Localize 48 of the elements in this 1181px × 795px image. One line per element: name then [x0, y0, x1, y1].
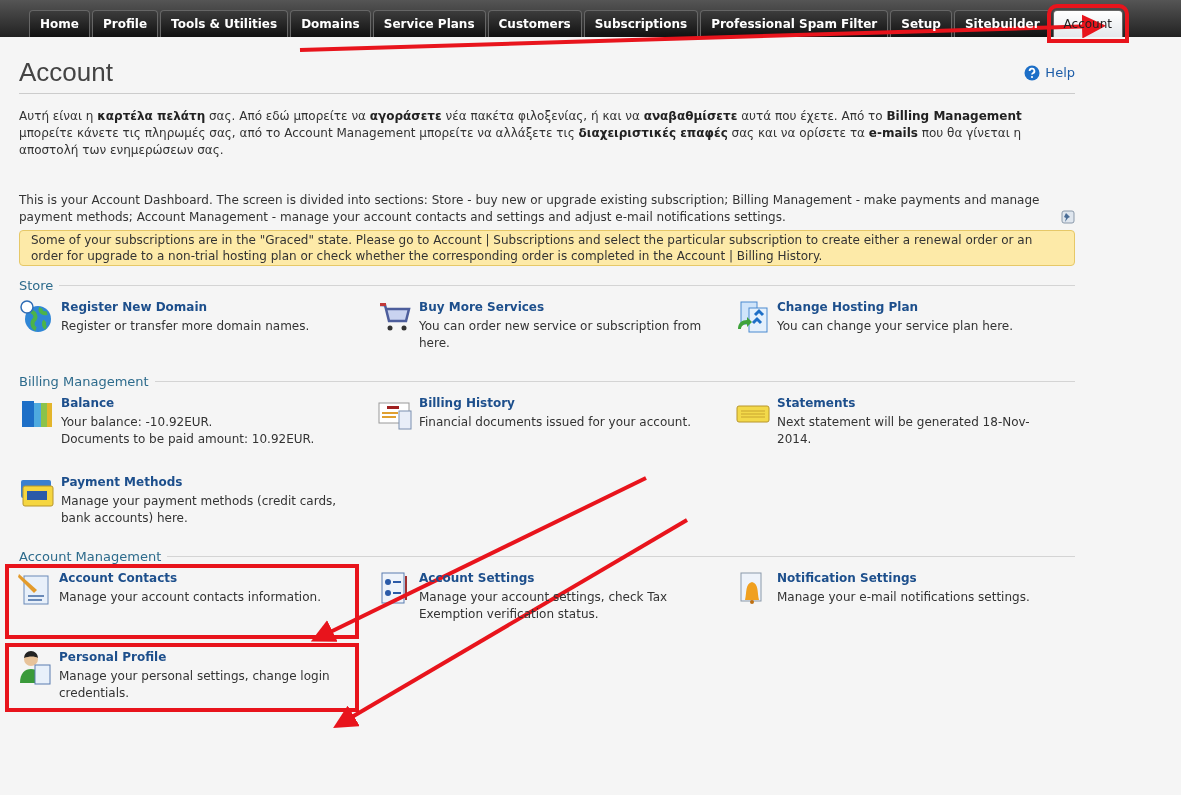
intro-paragraph: Αυτή είναι η καρτέλα πελάτη σας. Από εδώ μπορείτε να αγοράσετε νέα πακέτα φιλοξενίας, ή και να αναβαθμίσετε αυτά που έχετε. Από το Billing Management μπορείτε κάνετε τις πληρωμές σας, από το Account Management μπορείτε να αλλάξετε τις διαχειριστικές επαφές σας και να ορίσετε τα e-mails που θα γίνεται η αποστολή των ενημερώσεων σας. — [19, 108, 1023, 159]
item-link[interactable]: Balance — [61, 395, 115, 411]
item-description: Financial documents issued for your account. — [419, 414, 692, 431]
person-icon — [17, 649, 53, 685]
item-link[interactable]: Personal Profile — [59, 649, 167, 665]
item-description: Manage your e-mail notifications settings. — [777, 589, 1031, 606]
dashboard-item[interactable]: Balance Your balance: -10.92EUR. Documents to be paid amount: 10.92EUR. — [19, 395, 377, 458]
help-link[interactable]: Help — [1024, 64, 1075, 81]
nav-tab[interactable]: Domains — [290, 10, 371, 37]
item-description: Manage your personal settings, change login credentials. — [59, 668, 331, 702]
item-link[interactable]: Payment Methods — [61, 474, 183, 490]
dashboard-item[interactable]: Account Contacts Manage your account contacts information. — [11, 570, 353, 633]
nav-tab[interactable]: Home — [29, 10, 90, 37]
dashboard-item[interactable]: Register New Domain Register or transfer more domain names. — [19, 299, 377, 362]
item-description: You can order new service or subscription from here. — [419, 318, 703, 352]
dashboard-item[interactable]: Notification Settings Manage your e-mail notifications settings. — [735, 570, 1075, 633]
item-description: Your balance: -10.92EUR. Documents to be paid amount: 10.92EUR. — [61, 414, 316, 448]
item-link[interactable]: Change Hosting Plan — [777, 299, 919, 315]
dashboard-item[interactable]: Statements Next statement will be generated 18-Nov-2014. — [735, 395, 1075, 458]
warning-message: Some of your subscriptions are in the "Graced" state. Please go to Account | Subscriptions and select the particular subscription to create either a renewal order or an order for upgrade to a non-trial hosting plan or check whether the corresponding order is completed in the Account | Billing History. — [19, 230, 1075, 266]
item-link[interactable]: Account Contacts — [59, 570, 178, 586]
dashboard-description: This is your Account Dashboard. The screen is divided into sections: Store - buy new or upgrade existing subscription; Billing Management - make payments and manage payment methods; Account Management - manage your account contacts and settings and adjust e-mail notifications settings. — [19, 192, 1041, 226]
item-link[interactable]: Billing History — [419, 395, 515, 411]
nav-tab[interactable]: Subscriptions — [583, 10, 699, 37]
nav-tab[interactable]: Service Plans — [372, 10, 486, 37]
item-description: Next statement will be generated 18-Nov-2014. — [777, 414, 1031, 448]
item-description: Manage your account contacts information. — [59, 589, 322, 606]
dashboard-item[interactable]: Payment Methods Manage your payment methods (credit cards, bank accounts) here. — [19, 474, 377, 537]
item-link[interactable]: Statements — [777, 395, 856, 411]
dashboard-item[interactable]: Change Hosting Plan You can change your service plan here. — [735, 299, 1075, 362]
nav-tab[interactable]: Profile — [91, 10, 159, 37]
item-description: Manage your payment methods (credit cards, bank accounts) here. — [61, 493, 338, 527]
item-description: You can change your service plan here. — [777, 318, 1015, 335]
section-heading: Billing Management — [19, 374, 149, 389]
dashboard-item[interactable]: Personal Profile Manage your personal settings, change login credentials. — [11, 649, 353, 706]
item-link[interactable]: Buy More Services — [419, 299, 545, 315]
item-description: Register or transfer more domain names. — [61, 318, 311, 335]
item-link[interactable]: Notification Settings — [777, 570, 917, 586]
documents-icon — [735, 299, 771, 335]
page-title: Account — [19, 57, 113, 88]
item-link[interactable]: Register New Domain — [61, 299, 208, 315]
dashboard-item[interactable]: Billing History Financial documents issued for your account. — [377, 395, 735, 458]
nav-tab[interactable]: Tools & Utilities — [160, 10, 289, 37]
nav-tab[interactable]: Customers — [487, 10, 582, 37]
dashboard-item[interactable]: Buy More Services You can order new service or subscription from here. — [377, 299, 735, 362]
section-heading: Store — [19, 278, 54, 293]
section-heading: Account Management — [19, 549, 162, 564]
help-icon — [1024, 64, 1041, 81]
